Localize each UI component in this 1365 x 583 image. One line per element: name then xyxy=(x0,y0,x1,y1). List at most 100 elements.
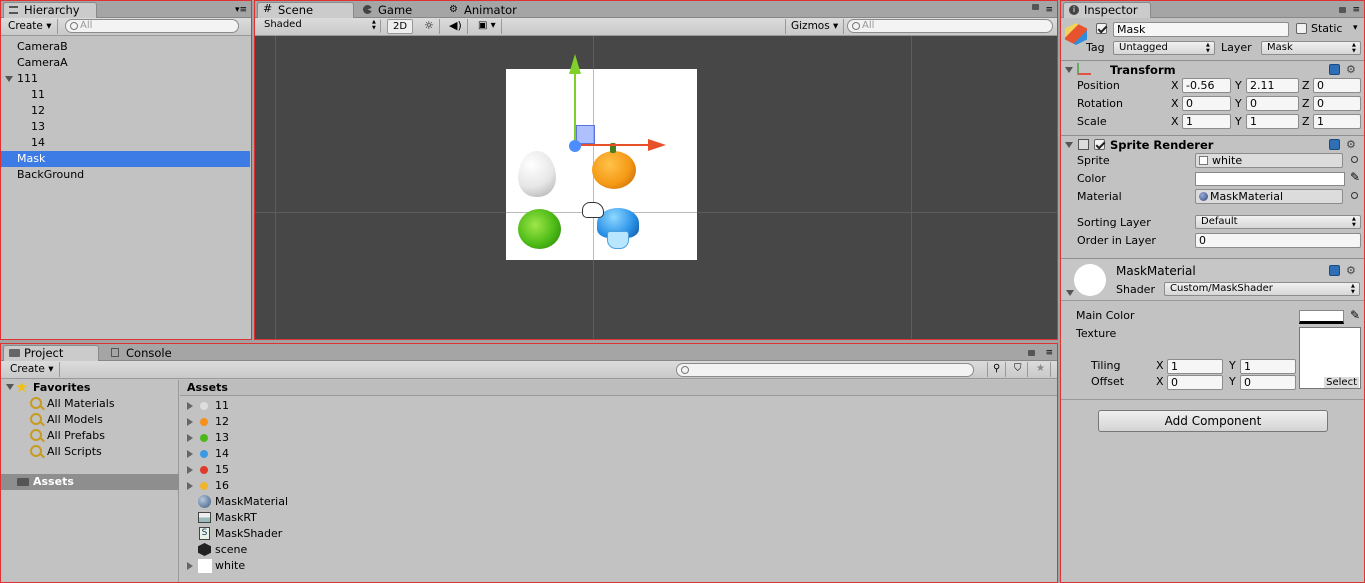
active-checkbox[interactable] xyxy=(1096,23,1107,34)
hierarchy-item[interactable]: 12 xyxy=(1,103,250,119)
gizmos-dropdown[interactable]: Gizmos ▾ xyxy=(785,19,845,34)
hierarchy-item[interactable]: Mask xyxy=(1,151,250,167)
color-field[interactable] xyxy=(1195,172,1345,186)
panel-menu-icon[interactable]: ▾≡ xyxy=(235,6,247,15)
material-header[interactable]: MaskMaterial ⚙ Shader Custom/MaskShader xyxy=(1061,258,1364,300)
asset-item[interactable]: 12 xyxy=(180,414,1057,430)
panel-menu-icon[interactable]: ≡ xyxy=(1352,6,1360,15)
offset-y-field[interactable]: 0 xyxy=(1240,375,1296,390)
shader-dropdown[interactable]: Custom/MaskShader xyxy=(1164,282,1360,296)
eyedropper-icon[interactable]: ✎ xyxy=(1350,171,1360,183)
expand-arrow-icon[interactable] xyxy=(187,450,193,458)
help-icon[interactable] xyxy=(1329,64,1340,75)
favorite-star-icon[interactable]: ★ xyxy=(1031,362,1051,377)
scale-y-field[interactable]: 1 xyxy=(1246,114,1299,129)
offset-x-field[interactable]: 0 xyxy=(1167,375,1223,390)
rotation-y-field[interactable]: 0 xyxy=(1246,96,1299,111)
sorting-layer-dropdown[interactable]: Default xyxy=(1195,215,1361,229)
object-picker-icon[interactable] xyxy=(1351,192,1358,199)
collapse-arrow-icon[interactable] xyxy=(1066,290,1074,296)
asset-item[interactable]: MaskMaterial xyxy=(180,494,1057,510)
tab-project[interactable]: Project xyxy=(3,345,99,361)
favorite-search-item[interactable]: All Materials xyxy=(1,396,179,412)
help-icon[interactable] xyxy=(1329,139,1340,150)
expand-arrow-icon[interactable] xyxy=(187,466,193,474)
shading-mode-dropdown[interactable]: Shaded xyxy=(259,19,381,33)
asset-item[interactable]: 13 xyxy=(180,430,1057,446)
tab-game[interactable]: Game xyxy=(357,2,447,18)
search-by-label-icon[interactable]: ⛉ xyxy=(1009,362,1028,377)
mode-2d-toggle[interactable]: 2D xyxy=(387,19,414,34)
eyedropper-icon[interactable]: ✎ xyxy=(1350,309,1360,321)
cabbage-sprite[interactable] xyxy=(518,209,561,249)
audio-icon[interactable]: ◀) xyxy=(444,19,468,34)
favorite-search-item[interactable]: All Scripts xyxy=(1,444,179,460)
hierarchy-search-input[interactable]: All xyxy=(65,19,239,33)
gear-icon[interactable]: ⚙ xyxy=(1346,265,1357,276)
panel-menu-icon[interactable]: ≡ xyxy=(1045,349,1053,358)
position-z-field[interactable]: 0 xyxy=(1313,78,1361,93)
gizmo-center-handle[interactable] xyxy=(569,140,581,152)
tag-dropdown[interactable]: Untagged xyxy=(1113,41,1215,55)
hierarchy-item[interactable]: 13 xyxy=(1,119,250,135)
expand-arrow-icon[interactable] xyxy=(5,76,13,82)
scale-z-field[interactable]: 1 xyxy=(1313,114,1361,129)
lock-icon[interactable] xyxy=(1032,4,1039,10)
layer-dropdown[interactable]: Mask xyxy=(1261,41,1361,55)
object-name-field[interactable]: Mask xyxy=(1113,22,1289,37)
add-component-button[interactable]: Add Component xyxy=(1098,410,1328,432)
expand-arrow-icon[interactable] xyxy=(6,384,14,390)
static-checkbox[interactable] xyxy=(1296,23,1307,34)
expand-arrow-icon[interactable] xyxy=(187,562,193,570)
tab-console[interactable]: Console xyxy=(105,345,195,361)
assets-breadcrumb[interactable]: Assets xyxy=(187,381,228,395)
select-texture-button[interactable]: Select xyxy=(1324,377,1359,388)
expand-arrow-icon[interactable] xyxy=(187,434,193,442)
hierarchy-item[interactable]: 111 xyxy=(1,71,250,87)
lighting-icon[interactable]: ☼ xyxy=(419,19,440,34)
assets-folder-row[interactable]: Assets xyxy=(1,474,179,490)
favorites-label[interactable]: Favorites xyxy=(33,381,90,395)
tiling-x-field[interactable]: 1 xyxy=(1167,359,1223,374)
help-icon[interactable] xyxy=(1329,265,1340,276)
image-effects-icon[interactable]: ▣ ▾ xyxy=(473,19,502,34)
static-dropdown-arrow[interactable]: ▾ xyxy=(1353,23,1358,33)
texture-slot[interactable]: Select xyxy=(1299,327,1361,389)
mask-sprite-quad[interactable] xyxy=(506,69,697,260)
hierarchy-item[interactable]: CameraB xyxy=(1,39,250,55)
tab-animator[interactable]: ⚙ Animator xyxy=(443,2,553,18)
rotation-z-field[interactable]: 0 xyxy=(1313,96,1361,111)
favorite-search-item[interactable]: All Prefabs xyxy=(1,428,179,444)
tiling-y-field[interactable]: 1 xyxy=(1240,359,1296,374)
expand-arrow-icon[interactable] xyxy=(187,482,193,490)
egg-sprite[interactable] xyxy=(518,151,556,197)
material-object-field[interactable]: MaskMaterial xyxy=(1195,189,1343,204)
collapse-arrow-icon[interactable] xyxy=(1065,142,1073,148)
sprite-renderer-header[interactable]: Sprite Renderer ⚙ xyxy=(1061,135,1364,153)
tab-scene[interactable]: # Scene xyxy=(257,2,354,18)
hierarchy-item[interactable]: CameraA xyxy=(1,55,250,71)
hierarchy-item[interactable]: 14 xyxy=(1,135,250,151)
gizmo-x-axis[interactable] xyxy=(575,144,650,146)
sprite-object-field[interactable]: white xyxy=(1195,153,1343,168)
favorite-search-item[interactable]: All Models xyxy=(1,412,179,428)
gizmo-x-arrow[interactable] xyxy=(648,139,666,151)
tab-hierarchy[interactable]: Hierarchy xyxy=(3,2,97,18)
project-search-input[interactable] xyxy=(676,363,974,377)
position-y-field[interactable]: 2.11 xyxy=(1246,78,1299,93)
rotation-x-field[interactable]: 0 xyxy=(1182,96,1231,111)
search-by-type-icon[interactable]: ⚲ xyxy=(987,362,1007,377)
sprite-renderer-enabled-checkbox[interactable] xyxy=(1094,139,1105,150)
gear-icon[interactable]: ⚙ xyxy=(1346,139,1357,150)
scene-search-input[interactable]: All xyxy=(847,19,1053,33)
asset-item[interactable]: 14 xyxy=(180,446,1057,462)
asset-item[interactable]: S MaskShader xyxy=(180,526,1057,542)
scene-viewport[interactable] xyxy=(255,36,1057,339)
lock-icon[interactable] xyxy=(1028,350,1035,356)
expand-arrow-icon[interactable] xyxy=(187,402,193,410)
create-dropdown[interactable]: Create ▾ xyxy=(5,362,60,377)
transform-header[interactable]: Transform ⚙ xyxy=(1061,60,1364,78)
asset-item[interactable]: white xyxy=(180,558,1057,574)
asset-item[interactable]: 16 xyxy=(180,478,1057,494)
main-color-swatch[interactable] xyxy=(1299,310,1344,324)
